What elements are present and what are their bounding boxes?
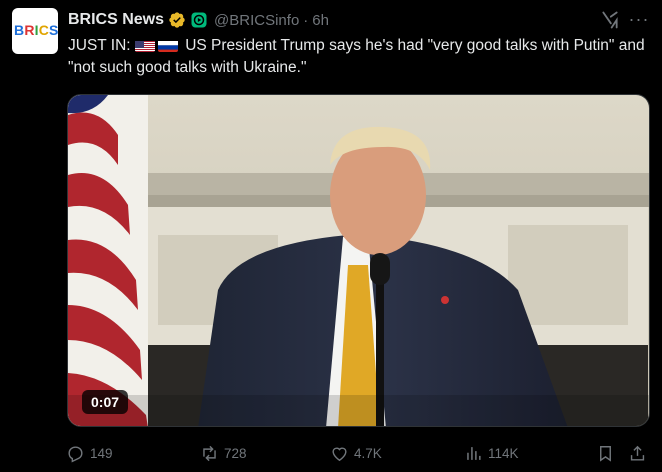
heart-icon (332, 447, 347, 461)
bookmark-button[interactable] (596, 440, 615, 466)
tweet-header: BRICS News @BRICSinfo · 6h (68, 9, 329, 31)
video-frame (68, 95, 649, 426)
video-player[interactable] (67, 94, 650, 427)
display-name[interactable]: BRICS News (68, 11, 164, 29)
reply-count: 149 (90, 445, 113, 461)
ru-flag-icon (157, 39, 178, 52)
more-options-icon[interactable]: ··· (626, 6, 652, 32)
tweet-card[interactable]: BRICS BRICS News @BRICSinfo · 6h ··· JUS… (0, 0, 662, 472)
handle[interactable]: @BRICSinfo (214, 12, 299, 29)
like-button[interactable]: 4.7K (330, 440, 382, 466)
repost-button[interactable]: 728 (200, 440, 247, 466)
tweet-text: JUST IN: US President Trump says he's ha… (68, 35, 648, 79)
views-button[interactable]: 114K (464, 440, 519, 466)
bookmark-icon (600, 445, 611, 462)
view-count: 114K (488, 445, 519, 461)
avatar[interactable]: BRICS (12, 8, 58, 54)
tweet-text-prefix: JUST IN: (68, 37, 131, 54)
reply-icon (68, 445, 83, 463)
views-chart-icon (467, 446, 481, 460)
repost-icon (203, 445, 216, 461)
grok-icon[interactable] (600, 10, 620, 30)
separator: · (303, 11, 309, 29)
avatar-logo: BRICS (14, 22, 58, 38)
repost-count: 728 (224, 445, 247, 461)
reply-button[interactable]: 149 (66, 440, 113, 466)
action-bar: 149 728 4.7K 114K (66, 440, 656, 466)
share-button[interactable] (628, 440, 647, 466)
video-duration: 0:07 (82, 390, 129, 414)
like-count: 4.7K (354, 445, 382, 461)
verified-badge-icon[interactable] (168, 11, 186, 29)
share-icon (630, 445, 645, 461)
us-flag-icon (134, 39, 155, 52)
affiliate-badge-icon[interactable] (190, 11, 208, 29)
timestamp[interactable]: 6h (312, 12, 329, 29)
